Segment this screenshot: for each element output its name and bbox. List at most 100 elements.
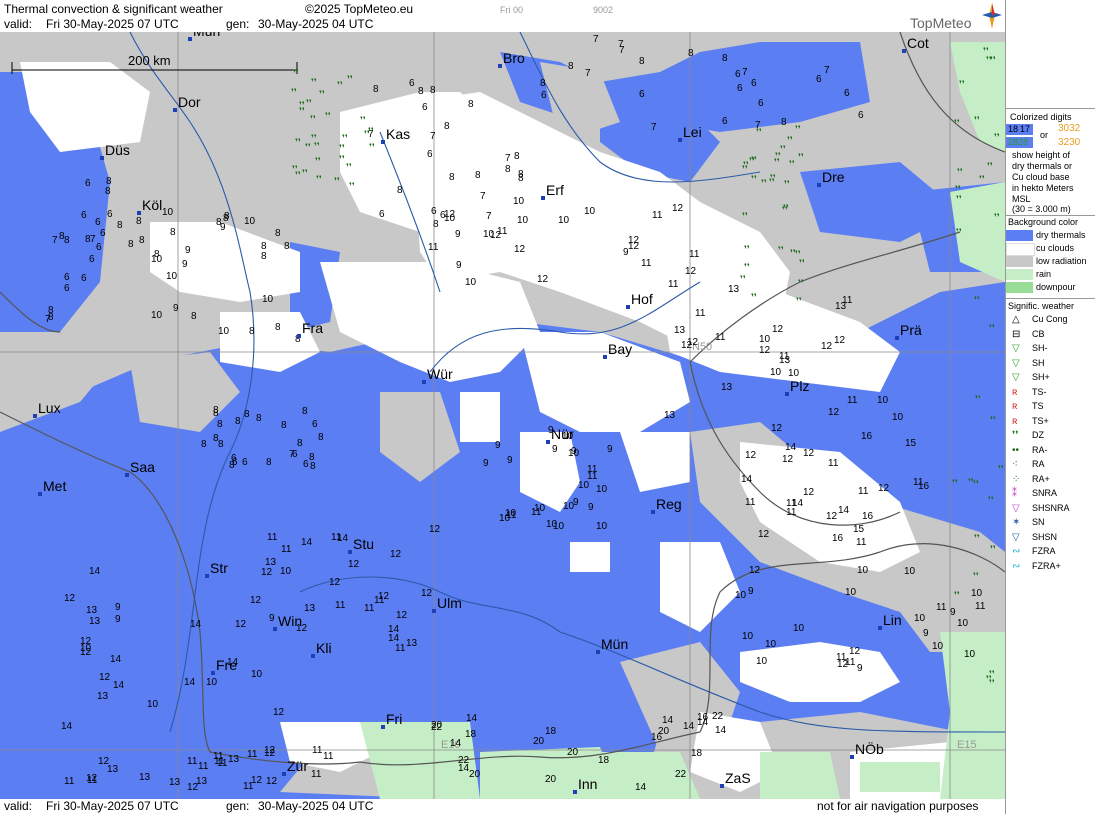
thermal-digit: 14 (458, 763, 470, 774)
thermal-digit: 6 (858, 110, 864, 121)
thermal-digit: 6 (409, 78, 415, 89)
drizzle-mark: ❜❜ (989, 323, 995, 333)
thermal-digit: 11 (668, 279, 679, 290)
thermal-digit: 12 (273, 707, 285, 718)
thermal-digit: 11 (497, 226, 508, 237)
disclaimer: not for air navigation purposes (817, 799, 979, 813)
city-marker (422, 380, 426, 384)
thermal-digit: 10 (770, 367, 782, 378)
drizzle-mark: ❜❜ (310, 114, 316, 124)
drizzle-mark: ❜❜ (795, 249, 801, 259)
thermal-digit: 14 (301, 537, 313, 548)
city-marker (546, 440, 550, 444)
thermal-digit: 12 (878, 483, 890, 494)
thermal-digit: 6 (639, 89, 645, 100)
thermal-digit: 7 (593, 34, 599, 45)
thermal-digit: 12 (849, 646, 861, 657)
thermal-digit: 11 (745, 497, 756, 508)
thermal-digit: 9 (483, 458, 489, 469)
thermal-digit: 11 (936, 602, 947, 613)
snow-shower-icon: ▽ (1012, 531, 1020, 543)
thermal-digit: 11 (587, 471, 598, 482)
thermal-digit: 11 (428, 242, 439, 253)
drizzle-mark: ❜❜ (956, 194, 962, 204)
weather-map[interactable]: 200 km E10 E15 N50 688686677868688868668… (0, 32, 1005, 799)
thermal-digit: 8 (722, 53, 728, 64)
thermal-digit: 7 (430, 131, 436, 142)
city-marker (297, 334, 301, 338)
legend-bg-dry: dry thermals (1036, 230, 1086, 240)
legend-sample-blue-b: 17 (1020, 124, 1031, 134)
thermal-digit: 10 (166, 271, 178, 282)
thermal-digit: 8 (688, 48, 694, 59)
thermal-digit: 16 (651, 732, 663, 743)
valid-value: Fri 30-May-2025 07 UTC (46, 17, 179, 31)
city-label: Plz (790, 378, 809, 394)
thermal-digit: 8 (128, 239, 134, 250)
drizzle-mark: ❜❜ (291, 87, 297, 97)
legend-sample-blue-a: 18 (1008, 124, 1019, 134)
city-marker (381, 140, 385, 144)
drizzle-mark: ❜❜ (968, 477, 974, 487)
drizzle-mark: ❜❜ (799, 258, 805, 268)
thermal-digit: 10 (596, 484, 608, 495)
city-label: Fre (216, 657, 237, 673)
thermal-digit: 12 (759, 345, 771, 356)
thermal-digit: 13 (304, 603, 316, 614)
legend-bg-downpour: downpour (1036, 282, 1076, 292)
drizzle-mark: ❜❜ (346, 162, 352, 172)
thermal-digit: 8 (256, 413, 262, 424)
shower-icon: ▽ (1012, 357, 1020, 369)
thermal-digit: 8 (318, 432, 324, 443)
thermal-digit: 7 (651, 122, 657, 133)
thermal-digit: 8 (475, 170, 481, 181)
thermal-digit: 11 (715, 332, 726, 343)
drizzle-mark: ❜❜ (987, 161, 993, 171)
drizzle-mark: ❜❜ (751, 174, 757, 184)
city-label: Erf (546, 182, 564, 198)
drizzle-mark: ❜❜ (959, 79, 965, 89)
legend-bg-title: Background color (1008, 217, 1079, 227)
thermal-digit: 10 (857, 565, 869, 576)
thermal-digit: 11 (786, 507, 797, 518)
thermal-digit: 12 (187, 782, 199, 793)
thermal-digit: 18 (545, 726, 557, 737)
thermal-digit: 8 (781, 117, 787, 128)
thermal-digit: 10 (596, 521, 608, 532)
city-label: Kli (316, 640, 332, 656)
drizzle-mark: ❜❜ (994, 132, 1000, 142)
thermal-digit: 13 (728, 284, 740, 295)
city-marker (125, 473, 129, 477)
thermal-digit: 11 (323, 751, 334, 762)
drizzle-mark: ❜❜ (368, 126, 374, 136)
thermal-digit: 10 (483, 229, 495, 240)
thermal-digit: 8 (64, 235, 70, 246)
legend-wx-label: RA+ (1032, 473, 1050, 484)
thermal-digit: 12 (828, 407, 840, 418)
legend-wx-label: SH- (1032, 343, 1048, 353)
thermal-digit: 13 (721, 382, 733, 393)
thermal-digit: 7 (619, 45, 625, 56)
footer-gen-label: gen: (226, 799, 250, 813)
city-marker (541, 196, 545, 200)
city-marker (137, 211, 141, 215)
thermal-digit: 7 (742, 67, 748, 78)
thermal-digit: 6 (107, 209, 113, 220)
thermal-digit: 11 (311, 769, 322, 780)
thermal-digit: 10 (914, 613, 926, 624)
city-marker (651, 510, 655, 514)
thermal-digit: 13 (265, 557, 277, 568)
legend-wx-label: SHSN (1032, 531, 1058, 542)
thermal-digit: 12 (837, 659, 849, 670)
thermal-digit: 15 (905, 438, 917, 449)
drizzle-mark: ❜❜ (973, 571, 979, 581)
thermal-digit: 6 (81, 210, 87, 221)
thermal-digit: 15 (853, 524, 865, 535)
thermal-digit: 9 (857, 663, 863, 674)
drizzle-mark: ❜❜ (795, 124, 801, 134)
legend-wx-label: RA (1032, 459, 1045, 469)
city-label: Köl (142, 197, 162, 213)
thermal-digit: 6 (427, 149, 433, 160)
thermal-digit: 14 (715, 725, 727, 736)
snow-rain-icon: ⁑ (1012, 488, 1017, 499)
